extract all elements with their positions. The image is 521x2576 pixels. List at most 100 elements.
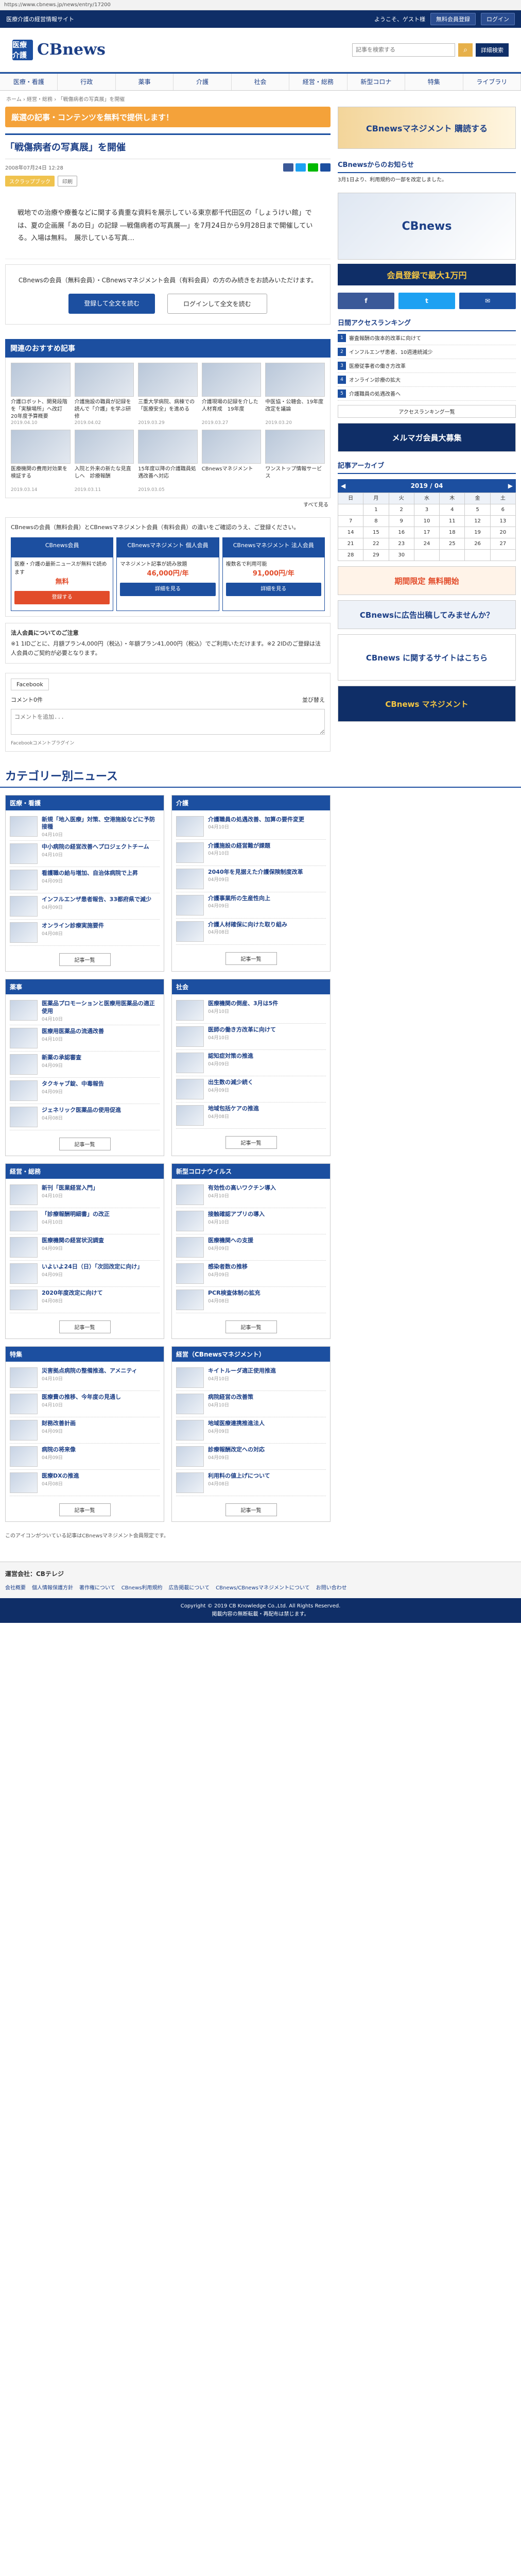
calendar-day[interactable]: 19	[465, 527, 491, 538]
category-item[interactable]: オンライン診療実施要件 04月08日	[10, 920, 160, 946]
category-item[interactable]: いよいよ24日（日）「次回改定に向け」 04月09日	[10, 1261, 160, 1287]
category-heading[interactable]: 社会	[172, 979, 330, 995]
calendar-day[interactable]: 3	[414, 504, 440, 516]
advertise-banner[interactable]: CBnewsに広告出稿してみませんか？	[338, 600, 516, 629]
nav-item-management[interactable]: 経営・総務	[289, 74, 348, 90]
calendar-day[interactable]: 5	[465, 504, 491, 516]
related-sites-banner[interactable]: CBnews に関するサイトはこちら	[338, 634, 516, 681]
detail-search-button[interactable]: 詳細検索	[476, 43, 509, 57]
promo-image[interactable]: CBnews	[338, 193, 516, 260]
category-item[interactable]: 介護施設の経営難が課題 04月10日	[176, 840, 326, 866]
category-item[interactable]: キイトルーダ適正使用推進 04月10日	[176, 1365, 326, 1391]
category-item[interactable]: 医療用医薬品の流通改善 04月10日	[10, 1025, 160, 1052]
calendar-day[interactable]: 22	[363, 538, 389, 550]
nav-item-pharma[interactable]: 薬事	[116, 74, 174, 90]
calendar-day[interactable]: 23	[389, 538, 414, 550]
category-item[interactable]: 地域医療連携推進法人 04月09日	[176, 1417, 326, 1444]
calendar-day[interactable]: 1	[363, 504, 389, 516]
footer-link[interactable]: 著作権について	[79, 1583, 115, 1591]
facebook-icon[interactable]: f	[338, 293, 394, 309]
calendar-day[interactable]: 30	[389, 550, 414, 561]
nav-item-covid[interactable]: 新型コロナ	[348, 74, 406, 90]
calendar-day[interactable]: 18	[440, 527, 465, 538]
category-more-button[interactable]: 記事一覧	[225, 1320, 277, 1333]
calendar-day[interactable]: 6	[490, 504, 516, 516]
register-read-button[interactable]: 登録して全文を読む	[68, 294, 155, 314]
plan-button[interactable]: 詳細を見る	[120, 582, 216, 596]
category-item[interactable]: 2020年度改定に向けて 04月08日	[10, 1287, 160, 1313]
category-item[interactable]: タクキャブ錠、中毒報告 04月09日	[10, 1078, 160, 1104]
category-item[interactable]: 新薬の承認審査 04月09日	[10, 1052, 160, 1078]
category-more-button[interactable]: 記事一覧	[225, 1503, 277, 1516]
nav-item-society[interactable]: 社会	[232, 74, 290, 90]
twitter-share-icon[interactable]	[296, 163, 306, 172]
footer-link[interactable]: 会社概要	[5, 1583, 26, 1591]
notice-text[interactable]: 3月1日より、利用規約の一部を改定しました。	[338, 173, 516, 188]
recommend-item[interactable]: CBnewsマネジメント	[201, 430, 262, 493]
category-item[interactable]: 新刊「医業経営入門」 04月10日	[10, 1182, 160, 1208]
category-item[interactable]: 利用料の値上げについて 04月08日	[176, 1470, 326, 1496]
calendar-day[interactable]: 16	[389, 527, 414, 538]
category-item[interactable]: インフルエンザ患者報告、33都府県で減少 04月09日	[10, 893, 160, 920]
category-item[interactable]: 医師の働き方改革に向けて 04月10日	[176, 1024, 326, 1050]
management-banner[interactable]: CBnewsマネジメント 購読する	[338, 107, 516, 149]
category-item[interactable]: 災害拠点病院の整備推進、アメニティ 04月10日	[10, 1365, 160, 1391]
twitter-icon[interactable]: t	[398, 293, 455, 309]
recommend-item[interactable]: ワンストップ情報サービス	[265, 430, 325, 493]
url-bar[interactable]: https://www.cbnews.jp/news/entry/17200	[0, 0, 521, 10]
line-share-icon[interactable]	[308, 163, 318, 172]
category-item[interactable]: 認知症対策の推進 04月09日	[176, 1050, 326, 1077]
category-item[interactable]: 医療機関への支援 04月09日	[176, 1234, 326, 1261]
category-item[interactable]: 2040年を見据えた介護保険制度改革 04月09日	[176, 866, 326, 892]
category-heading[interactable]: 特集	[6, 1347, 164, 1362]
calendar-day[interactable]: 28	[338, 550, 364, 561]
calendar-day[interactable]: 4	[440, 504, 465, 516]
calendar-day[interactable]: 7	[338, 516, 364, 527]
category-item[interactable]: 財務改善計画 04月09日	[10, 1417, 160, 1444]
category-item[interactable]: 接触確認アプリの導入 04月10日	[176, 1208, 326, 1234]
calendar-day[interactable]: 17	[414, 527, 440, 538]
search-input[interactable]	[352, 43, 455, 57]
footer-link[interactable]: お問い合わせ	[316, 1583, 347, 1591]
nav-item-medical[interactable]: 医療・看護	[0, 74, 58, 90]
calendar-day[interactable]: 21	[338, 538, 364, 550]
promo-banner[interactable]: 厳選の記事・コンテンツを無料で提供します！	[5, 107, 331, 127]
next-month-icon[interactable]: ▶	[508, 482, 513, 489]
print-button[interactable]: 印刷	[58, 176, 77, 187]
ranking-item[interactable]: 4 オンライン診療の拡大	[338, 373, 516, 387]
category-item[interactable]: 新規「地入医療」対策、空港施設などに予防接種 04月10日	[10, 814, 160, 841]
category-more-button[interactable]: 記事一覧	[59, 953, 111, 967]
calendar-day[interactable]: 25	[440, 538, 465, 550]
category-item[interactable]: 地域包括ケアの推進 04月08日	[176, 1103, 326, 1129]
category-heading[interactable]: 経営・総務	[6, 1164, 164, 1179]
category-more-button[interactable]: 記事一覧	[59, 1320, 111, 1333]
footer-link[interactable]: 個人情報保護方針	[32, 1583, 73, 1591]
mailmag-banner[interactable]: メルマガ会員大募集	[338, 423, 516, 452]
category-heading[interactable]: 薬事	[6, 979, 164, 995]
category-item[interactable]: 医療DXの推進 04月08日	[10, 1470, 160, 1496]
mail-icon[interactable]: ✉	[459, 293, 516, 309]
calendar-day[interactable]: 13	[490, 516, 516, 527]
category-item[interactable]: 医療機関の倒産、3月は5件 04月10日	[176, 997, 326, 1024]
login-read-button[interactable]: ログインして全文を読む	[167, 294, 267, 314]
recommend-item[interactable]: 15年度以降の介護職員処遇改善へ対応 2019.03.05	[138, 430, 198, 493]
ranking-item[interactable]: 3 医療従事者の働き方改革	[338, 359, 516, 373]
register-button[interactable]: 無料会員登録	[430, 13, 476, 25]
category-more-button[interactable]: 記事一覧	[225, 952, 277, 965]
ranking-more-link[interactable]: アクセスランキング一覧	[338, 405, 516, 418]
category-item[interactable]: 病院の将来像 04月09日	[10, 1444, 160, 1470]
recommend-item[interactable]: 介護現場の記録を介した人材育成 19年度 2019.03.27	[201, 363, 262, 426]
category-more-button[interactable]: 記事一覧	[59, 1138, 111, 1150]
category-item[interactable]: 介護事業所の生産性向上 04月09日	[176, 892, 326, 919]
plan-button[interactable]: 詳細を見る	[225, 582, 321, 596]
category-heading[interactable]: 経営（CBnewsマネジメント）	[172, 1347, 330, 1362]
category-item[interactable]: 有効性の高いワクチン導入 04月10日	[176, 1182, 326, 1208]
footer-link[interactable]: CBnews利用規約	[121, 1583, 163, 1591]
calendar-day[interactable]: 15	[363, 527, 389, 538]
recommend-item[interactable]: 中医協・公聴会、19年度改定を議論 2019.03.20	[265, 363, 325, 426]
calendar-day[interactable]: 29	[363, 550, 389, 561]
nav-item-library[interactable]: ライブラリ	[463, 74, 521, 90]
breadcrumb[interactable]: ホーム › 経営・総務 › 「戦傷病者の写真展」を開催	[0, 91, 521, 107]
facebook-tab[interactable]: Facebook	[11, 678, 49, 690]
calendar-day[interactable]: 27	[490, 538, 516, 550]
